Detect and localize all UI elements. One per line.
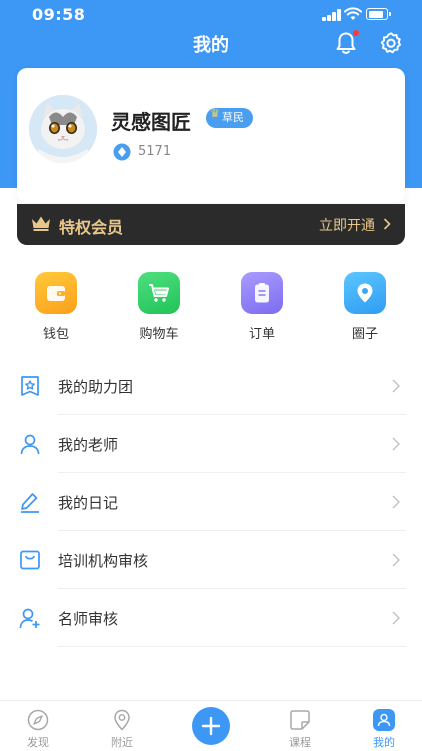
menu-item-support-team[interactable]: 我的助力团 — [0, 357, 422, 415]
wifi-icon — [344, 7, 362, 20]
status-time: 09:58 — [32, 5, 86, 24]
circle-icon — [344, 272, 386, 314]
level-badge: ♛ 草民 — [206, 107, 253, 128]
profile-card[interactable]: 灵感图匠 ♛ 草民 5171 — [17, 68, 405, 203]
tab-mine[interactable]: 我的 — [354, 701, 414, 751]
notification-dot — [353, 30, 359, 36]
username: 灵感图匠 — [111, 110, 191, 134]
tab-label: 发现 — [27, 736, 49, 749]
vip-open-link[interactable]: 立即开通 — [319, 215, 375, 235]
user-icon — [373, 709, 395, 731]
vip-label: 特权会员 — [59, 218, 124, 237]
quick-action-label: 钱包 — [42, 327, 69, 342]
chevron-right-icon — [392, 437, 400, 451]
chevron-right-icon — [392, 553, 400, 567]
quick-action-label: 购物车 — [139, 327, 179, 342]
course-icon — [290, 710, 310, 730]
quick-action-cart[interactable]: 购物车 — [127, 272, 191, 342]
tab-label: 附近 — [111, 736, 133, 749]
coin-balance: 5171 — [138, 144, 172, 159]
menu-item-label: 我的助力团 — [58, 378, 134, 396]
level-badge-label: 草民 — [222, 111, 244, 124]
menu-item-label: 我的日记 — [58, 494, 119, 512]
crown-icon — [32, 216, 50, 231]
status-bar: 09:58 — [0, 0, 422, 30]
tab-course[interactable]: 课程 — [270, 701, 330, 751]
avatar[interactable] — [29, 95, 97, 163]
chevron-right-icon — [392, 611, 400, 625]
chevron-right-icon — [383, 218, 391, 230]
menu-item-teacher-review[interactable]: 名师审核 — [0, 589, 422, 647]
quick-action-order[interactable]: 订单 — [230, 272, 294, 342]
wallet-icon — [35, 272, 77, 314]
cat-avatar-icon — [29, 95, 97, 163]
compass-icon — [27, 709, 49, 731]
plus-icon — [201, 716, 221, 736]
menu-item-label: 名师审核 — [58, 610, 119, 628]
diamond-coin-icon — [113, 143, 131, 161]
chevron-right-icon — [392, 495, 400, 509]
bottom-tab-bar: 发现 附近 课程 我的 — [0, 700, 422, 751]
menu-item-institution-review[interactable]: 培训机构审核 — [0, 531, 422, 589]
pencil-icon — [21, 493, 39, 513]
person-icon — [20, 434, 40, 455]
tab-discover[interactable]: 发现 — [8, 701, 68, 751]
location-icon — [114, 709, 130, 731]
signal-icon — [322, 9, 342, 21]
chevron-right-icon — [392, 379, 400, 393]
quick-action-label: 圈子 — [351, 327, 378, 342]
notification-bell-icon[interactable] — [333, 30, 359, 56]
badge-crown-icon: ♛ — [210, 107, 220, 120]
menu-item-label: 我的老师 — [58, 436, 119, 454]
quick-action-wallet[interactable]: 钱包 — [24, 272, 88, 342]
quick-action-circle[interactable]: 圈子 — [333, 272, 397, 342]
order-icon — [241, 272, 283, 314]
quick-action-label: 订单 — [248, 327, 275, 342]
menu-item-teachers[interactable]: 我的老师 — [0, 415, 422, 473]
divider — [58, 646, 406, 647]
menu-item-label: 培训机构审核 — [58, 552, 149, 570]
tab-nearby[interactable]: 附近 — [92, 701, 152, 751]
battery-icon — [366, 8, 391, 20]
cart-icon — [138, 272, 180, 314]
menu-item-diary[interactable]: 我的日记 — [0, 473, 422, 531]
person-add-icon — [19, 608, 40, 629]
bag-icon — [20, 550, 40, 570]
tab-label: 我的 — [373, 736, 395, 749]
add-button[interactable] — [192, 707, 230, 745]
settings-gear-icon[interactable] — [378, 30, 404, 56]
vip-membership-bar[interactable]: 特权会员 立即开通 — [17, 204, 405, 245]
star-badge-icon — [21, 376, 39, 396]
tab-label: 课程 — [289, 736, 311, 749]
